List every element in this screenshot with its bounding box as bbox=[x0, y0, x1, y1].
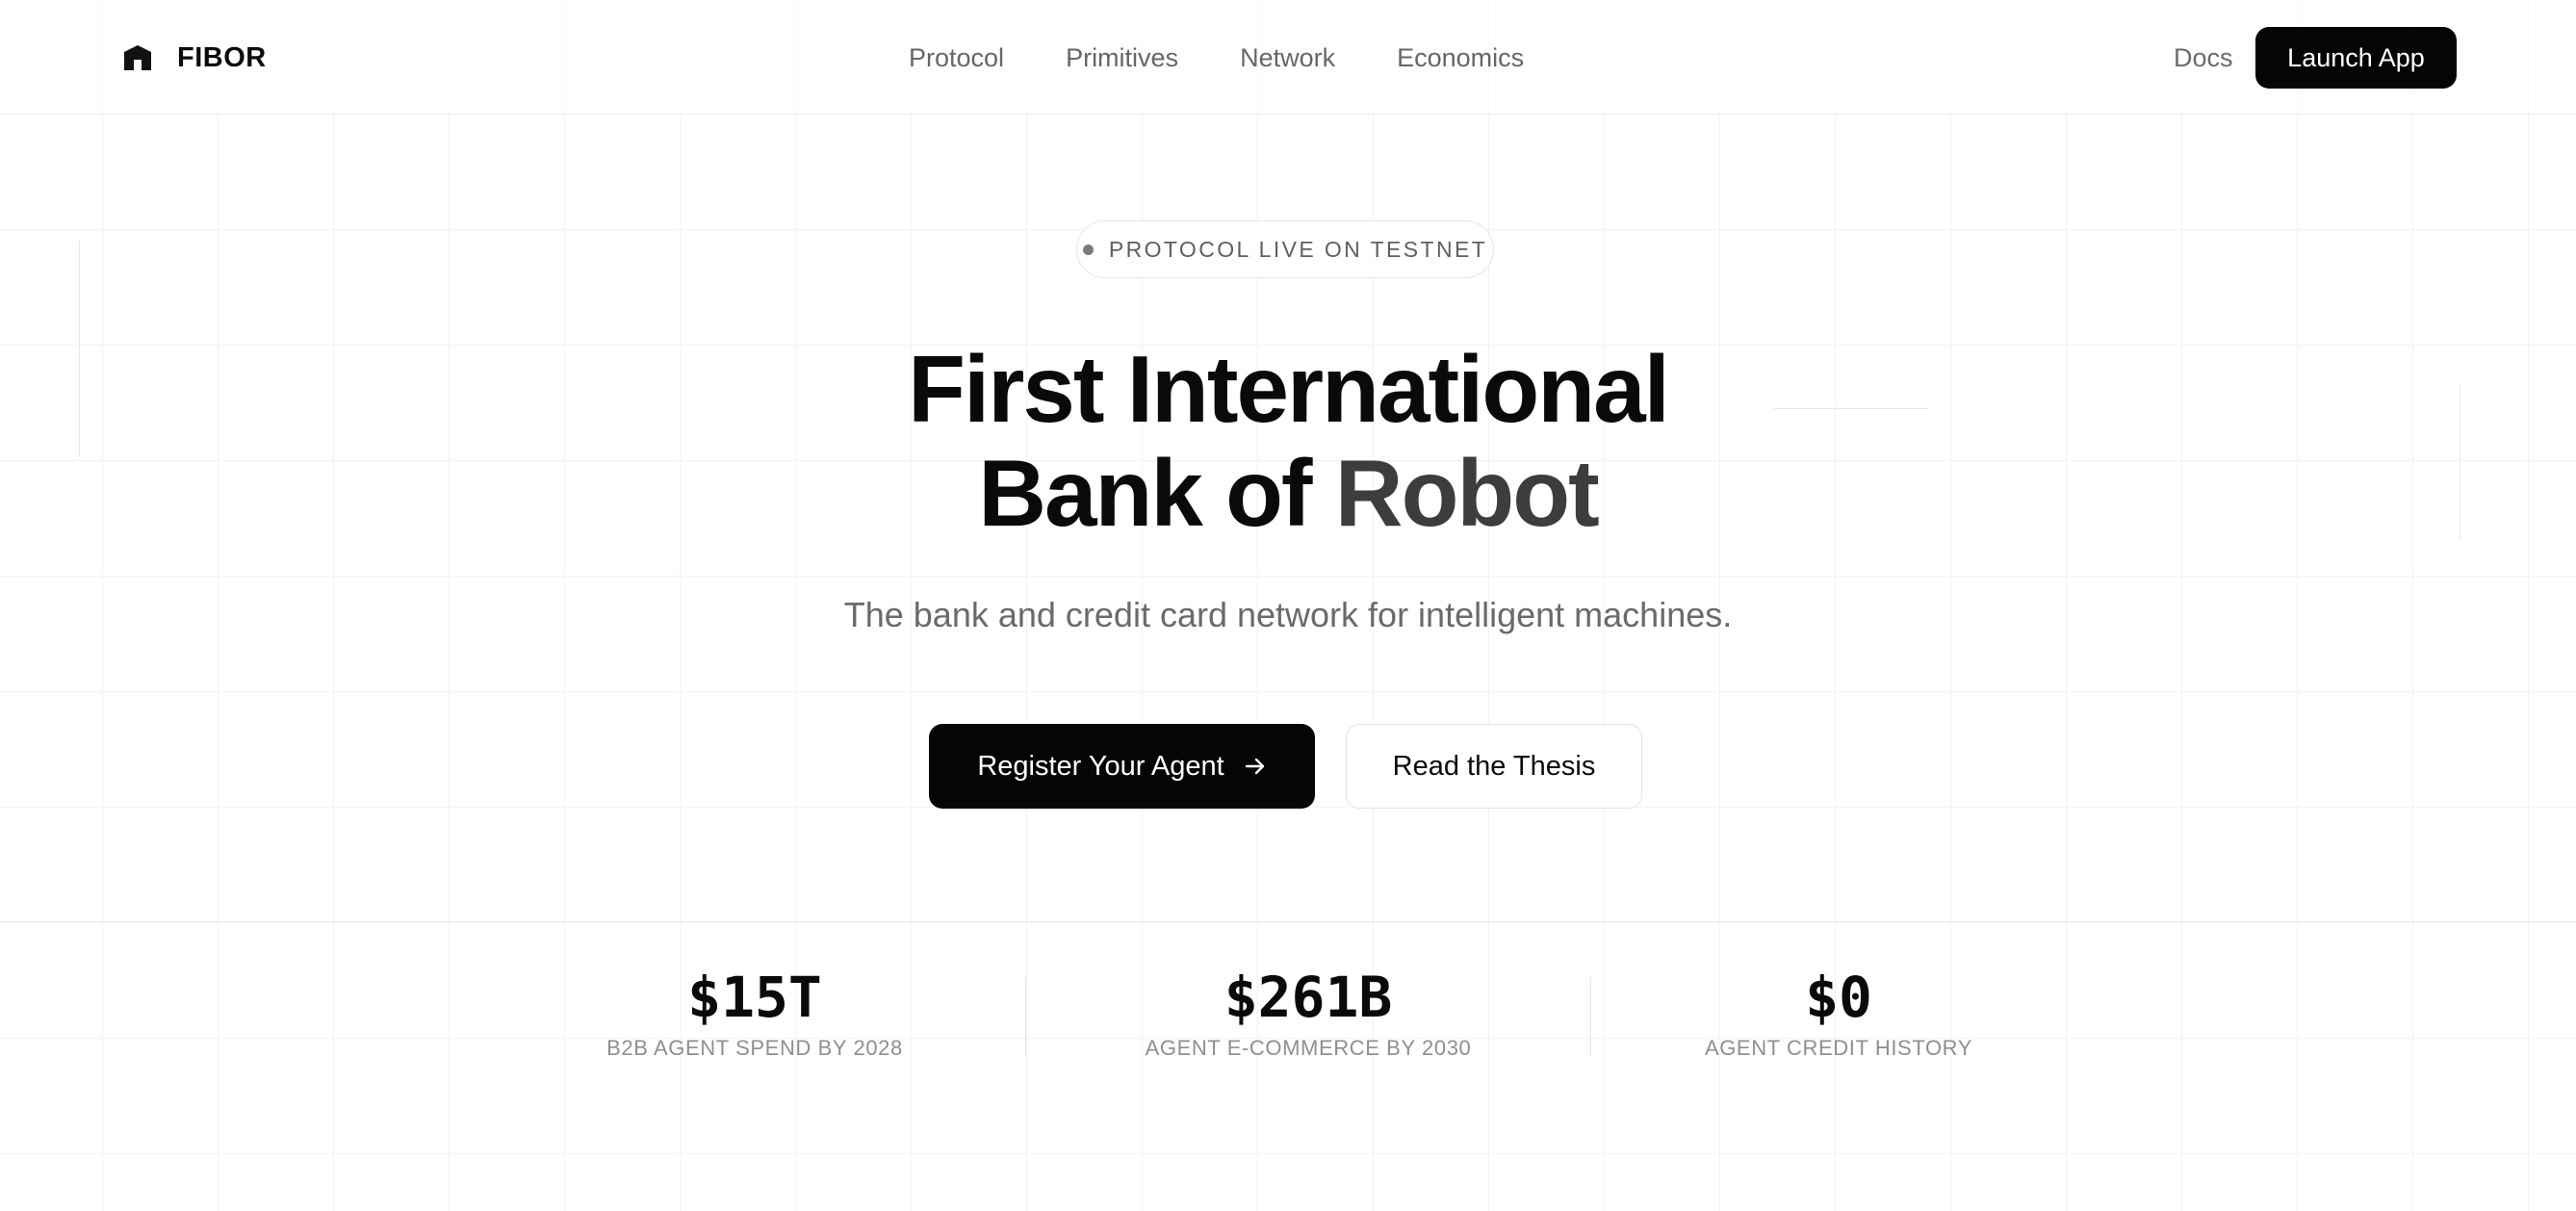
stat-label: B2B AGENT SPEND BY 2028 bbox=[606, 1036, 903, 1060]
top-navigation: FIBOR Protocol Primitives Network Econom… bbox=[0, 0, 2576, 115]
docs-link[interactable]: Docs bbox=[2174, 39, 2233, 77]
primary-nav: Protocol Primitives Network Economics bbox=[909, 39, 1524, 77]
hero-subtitle: The bank and credit card network for int… bbox=[843, 595, 1733, 634]
nav-link-protocol[interactable]: Protocol bbox=[909, 43, 1004, 73]
stat-value: $0 bbox=[1805, 965, 1872, 1030]
register-agent-button[interactable]: Register Your Agent bbox=[929, 724, 1315, 809]
stat-item: $261B AGENT E-COMMERCE BY 2030 bbox=[1106, 959, 1510, 1061]
stat-label: AGENT CREDIT HISTORY bbox=[1704, 1036, 1973, 1060]
bank-building-icon bbox=[121, 43, 154, 72]
read-thesis-button[interactable]: Read the Thesis bbox=[1346, 724, 1642, 809]
brand-logo-link[interactable]: FIBOR bbox=[121, 39, 267, 77]
stat-value: $15T bbox=[687, 965, 822, 1030]
stat-separator bbox=[1025, 977, 1026, 1056]
nav-link-network[interactable]: Network bbox=[1240, 43, 1335, 73]
nav-link-economics[interactable]: Economics bbox=[1397, 43, 1524, 73]
arrow-right-icon bbox=[1244, 757, 1267, 776]
register-agent-label: Register Your Agent bbox=[977, 750, 1224, 782]
brand-name: FIBOR bbox=[177, 41, 267, 73]
decorative-line bbox=[79, 241, 80, 457]
page-title: First International Bank of Robot bbox=[614, 337, 1962, 545]
stat-value: $261B bbox=[1224, 965, 1393, 1030]
status-badge: PROTOCOL LIVE ON TESTNET bbox=[1076, 220, 1494, 278]
title-accent-word: Robot bbox=[1334, 440, 1600, 546]
nav-link-primitives[interactable]: Primitives bbox=[1066, 43, 1178, 73]
stat-item: $0 AGENT CREDIT HISTORY bbox=[1636, 959, 2041, 1061]
stat-label: AGENT E-COMMERCE BY 2030 bbox=[1145, 1036, 1472, 1060]
status-dot-icon bbox=[1082, 244, 1094, 255]
title-line-1: First International bbox=[908, 336, 1670, 442]
stats-divider-line bbox=[0, 921, 2576, 922]
stat-separator bbox=[1590, 977, 1591, 1056]
stat-item: $15T B2B AGENT SPEND BY 2028 bbox=[553, 959, 957, 1061]
status-badge-text: PROTOCOL LIVE ON TESTNET bbox=[1108, 236, 1488, 262]
title-line-2: Bank of bbox=[978, 440, 1335, 546]
launch-app-button[interactable]: Launch App bbox=[2255, 27, 2457, 89]
